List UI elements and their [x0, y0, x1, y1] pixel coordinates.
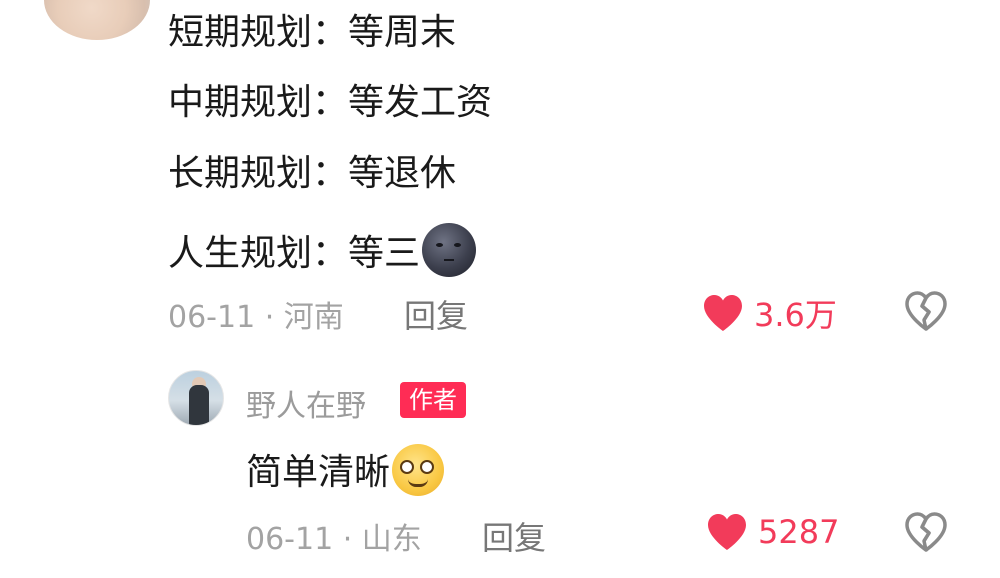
reply-button[interactable]: 回复 [404, 291, 468, 337]
comment-line: 中期规划：等发工资 [168, 82, 493, 123]
author-badge: 作者 [400, 382, 466, 418]
commenter-avatar[interactable] [44, 0, 150, 40]
heart-icon [704, 295, 742, 331]
comment-line-text: 人生规划：等三 [168, 233, 421, 274]
comment-line-last: 人生规划：等三 [168, 223, 477, 277]
reply-text: 简单清晰 [246, 452, 391, 493]
reply-like-button[interactable]: 5287 [706, 512, 839, 552]
avatar-detail [189, 385, 209, 425]
reply-like-count: 5287 [758, 513, 840, 551]
reply-username[interactable]: 野人在野 [246, 381, 366, 425]
like-count: 3.6万 [754, 296, 837, 334]
comment-date-location: 06-11 · 河南 [168, 300, 344, 335]
reply-to-reply-button[interactable]: 回复 [482, 513, 546, 559]
reply-date-location: 06-11 · 山东 [246, 522, 422, 557]
new-moon-face-icon [422, 223, 477, 277]
broken-heart-icon[interactable] [904, 290, 948, 332]
broken-heart-icon[interactable] [904, 511, 948, 553]
dizzy-face-icon [392, 444, 445, 496]
like-button[interactable]: 3.6万 [702, 290, 837, 336]
reply-user-avatar[interactable] [168, 370, 224, 426]
reply-content: 简单清晰 [246, 444, 445, 496]
heart-icon [708, 514, 746, 550]
comment-line: 长期规划：等退休 [168, 153, 457, 194]
comment-line: 短期规划：等周末 [168, 12, 457, 53]
